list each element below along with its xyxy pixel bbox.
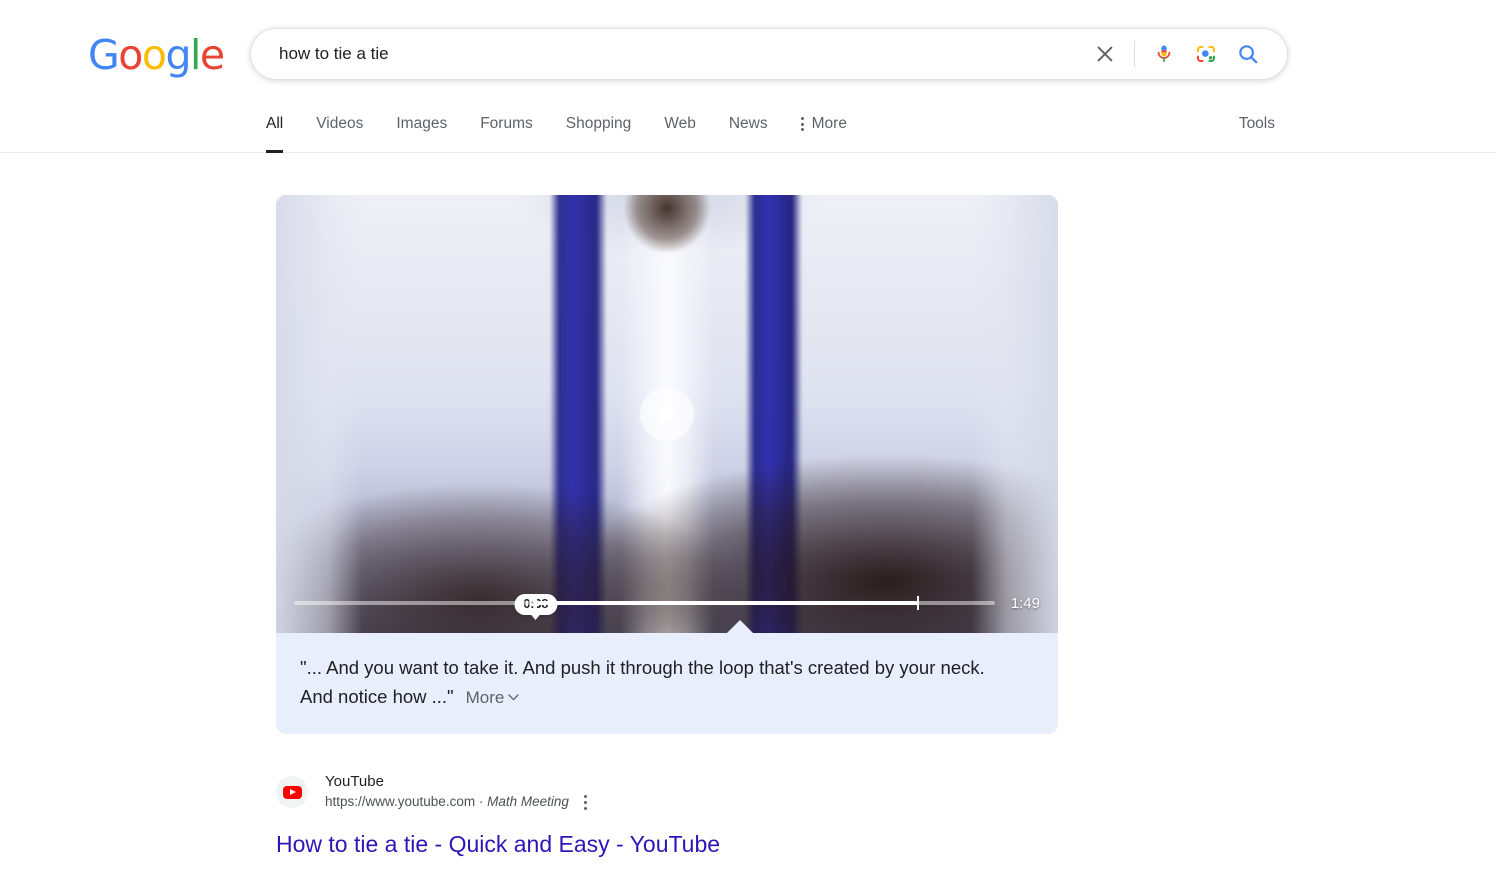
play-icon [661,404,678,424]
result-options-menu[interactable] [579,792,592,813]
logo-letter-e: e [199,31,225,79]
source-url-row: https://www.youtube.com · Math Meeting [325,792,592,813]
kebab-menu-icon [800,117,804,131]
search-filter-nav: All Videos Images Forums Shopping Web Ne… [0,108,1497,153]
logo-letter-g2: g [165,31,191,79]
video-player[interactable]: 0:38 1:49 [276,195,1058,633]
filter-tabs: All Videos Images Forums Shopping Web Ne… [266,108,847,153]
logo-letter-l: l [190,31,201,79]
logo-letter-g1: G [88,31,120,79]
snippet-quote: "... And you want to take it. And push i… [300,657,985,707]
google-lens-icon[interactable] [1185,33,1227,75]
source-site-name: YouTube [325,773,384,790]
logo-letter-o2: o [141,31,167,79]
source-separator: · [478,794,484,810]
snippet-more-label: More [465,688,505,707]
page-header: Google [0,0,1497,108]
progress-fill [535,601,918,605]
tab-all[interactable]: All [266,108,284,153]
clip-start-marker[interactable] [534,596,538,610]
tab-forums[interactable]: Forums [480,108,533,153]
search-bar-actions [1084,29,1287,79]
video-duration: 1:49 [1010,594,1040,612]
source-meta: YouTube https://www.youtube.com · Math M… [325,772,592,813]
result-source[interactable]: YouTube https://www.youtube.com · Math M… [276,772,1058,813]
snippet-pointer [726,620,754,634]
tab-images[interactable]: Images [396,108,447,153]
source-url: https://www.youtube.com · Math Meeting [325,793,569,811]
video-timeline[interactable]: 1:49 [276,591,1058,615]
tab-videos[interactable]: Videos [316,108,363,153]
featured-snippet-card: 0:38 1:49 "... And you want to take it. … [276,195,1058,859]
more-filters-label: More [811,115,847,132]
google-logo[interactable]: Google [88,31,225,79]
search-icon[interactable] [1227,33,1269,75]
source-channel: Math Meeting [487,794,569,810]
youtube-play-triangle [289,789,296,796]
transcript-snippet: "... And you want to take it. And push i… [276,620,1058,734]
more-filters-button[interactable]: More [800,108,847,133]
progress-track[interactable] [294,596,995,610]
source-url-text: https://www.youtube.com [325,794,476,810]
chevron-down-icon [508,694,520,701]
logo-letter-o1: o [118,31,143,79]
tools-button[interactable]: Tools [1239,115,1275,133]
clip-end-marker[interactable] [916,596,920,610]
youtube-badge [282,785,302,800]
close-icon[interactable] [1084,33,1126,75]
tab-web[interactable]: Web [664,108,696,153]
snippet-more-button[interactable]: More [466,688,520,707]
search-input[interactable] [251,39,1084,69]
snippet-body: "... And you want to take it. And push i… [300,653,1012,712]
tab-news[interactable]: News [729,108,768,153]
play-button[interactable] [640,387,694,441]
search-bar[interactable] [250,28,1288,80]
tab-shopping[interactable]: Shopping [566,108,632,153]
search-divider [1134,41,1135,67]
microphone-icon[interactable] [1143,33,1185,75]
result-title-link[interactable]: How to tie a tie - Quick and Easy - YouT… [276,829,1058,859]
youtube-icon [276,776,308,809]
